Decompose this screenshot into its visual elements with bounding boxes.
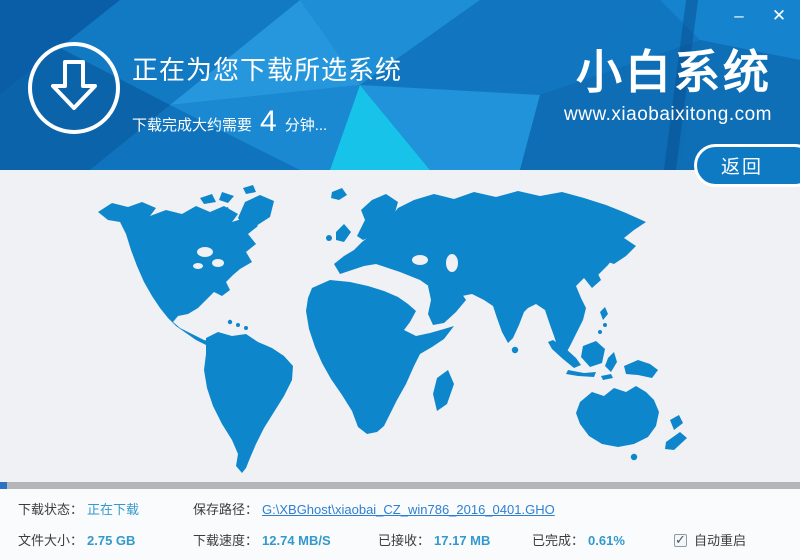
download-status-cell: 下载状态： 正在下载 xyxy=(18,499,139,518)
file-size-value: 2.75 GB xyxy=(87,533,135,548)
brand-website: www.xiaobaixitong.com xyxy=(564,104,772,126)
sulawesi xyxy=(605,352,617,372)
new-guinea xyxy=(624,360,658,378)
auto-restart-cell: 自动重启 xyxy=(674,530,746,549)
eta-suffix: 分钟... xyxy=(285,114,328,135)
speed-value: 12.74 MB/S xyxy=(262,533,331,548)
completed-cell: 已完成： 0.61% xyxy=(532,530,625,549)
received-label: 已接收： xyxy=(378,533,430,548)
download-progress-track xyxy=(0,482,800,489)
continents xyxy=(98,185,687,473)
brand-logo: 小白系统 xyxy=(564,46,772,98)
page-title: 正在为您下载所选系统 xyxy=(132,50,402,87)
eta-prefix: 下载完成大约需要 xyxy=(132,114,252,135)
completed-label: 已完成： xyxy=(532,533,584,548)
back-button[interactable]: 返回 xyxy=(694,144,800,187)
header: – ✕ 正在为您下载所选系统 下载完成大约需要 4 分钟... 小白系统 www… xyxy=(0,0,800,170)
save-path-label: 保存路径： xyxy=(193,502,258,517)
window-controls: – ✕ xyxy=(726,4,792,28)
save-path-cell: 保存路径： G:\XBGhost\xiaobai_CZ_win786_2016_0… xyxy=(193,499,555,518)
completed-value: 0.61% xyxy=(588,533,625,548)
download-status-label: 下载状态： xyxy=(18,502,83,517)
north-america xyxy=(98,202,258,347)
madagascar xyxy=(433,370,454,411)
world-map xyxy=(0,170,800,482)
speed-label: 下载速度： xyxy=(193,533,258,548)
auto-restart-label: 自动重启 xyxy=(694,533,746,548)
brand-block: 小白系统 www.xiaobaixitong.com xyxy=(564,46,772,126)
close-button[interactable]: ✕ xyxy=(766,4,792,28)
file-size-cell: 文件大小： 2.75 GB xyxy=(18,530,135,549)
eta-line: 下载完成大约需要 4 分钟... xyxy=(132,109,402,135)
file-size-label: 文件大小： xyxy=(18,533,83,548)
borneo xyxy=(581,341,605,367)
download-status-value: 正在下载 xyxy=(87,502,139,517)
new-zealand xyxy=(670,415,683,430)
status-bar: 下载状态： 正在下载 保存路径： G:\XBGhost\xiaobai_CZ_win… xyxy=(0,489,800,560)
minimize-button[interactable]: – xyxy=(726,4,752,28)
received-cell: 已接收： 17.17 MB xyxy=(378,530,490,549)
download-icon xyxy=(28,42,120,134)
eta-minutes: 4 xyxy=(260,109,277,135)
uk xyxy=(336,224,351,242)
south-america xyxy=(204,332,293,473)
map-area xyxy=(0,170,800,482)
header-text: 正在为您下载所选系统 下载完成大约需要 4 分钟... xyxy=(132,50,402,135)
received-value: 17.17 MB xyxy=(434,533,490,548)
australia xyxy=(576,386,659,447)
save-path-link[interactable]: G:\XBGhost\xiaobai_CZ_win786_2016_0401.G… xyxy=(262,502,555,517)
iceland xyxy=(331,188,347,200)
app-window: – ✕ 正在为您下载所选系统 下载完成大约需要 4 分钟... 小白系统 www… xyxy=(0,0,800,560)
auto-restart-checkbox[interactable] xyxy=(674,534,687,547)
speed-cell: 下载速度： 12.74 MB/S xyxy=(193,530,331,549)
progress-fill xyxy=(0,482,7,489)
